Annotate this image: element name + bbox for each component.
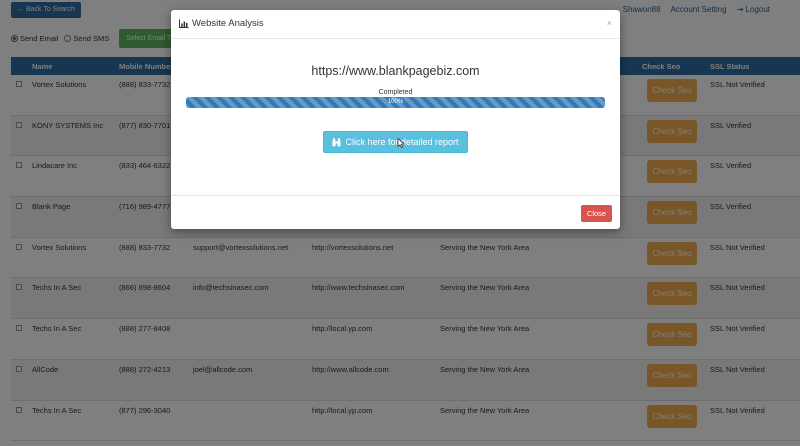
detailed-report-button[interactable]: Click here for detailed report xyxy=(323,131,468,153)
modal-close-icon[interactable]: × xyxy=(607,18,612,28)
mouse-pointer-icon xyxy=(397,138,405,148)
close-button[interactable]: Close xyxy=(581,205,612,222)
binoculars-icon xyxy=(332,137,341,146)
analysis-status: Completed xyxy=(378,89,413,96)
modal-header: Website Analysis × xyxy=(171,10,620,39)
bar-chart-icon xyxy=(179,19,189,28)
analyzed-url: https://www.blankpagebiz.com xyxy=(311,64,480,78)
website-analysis-modal: Website Analysis × https://www.blankpage… xyxy=(171,10,620,229)
modal-footer: Close xyxy=(171,195,620,229)
progress-fill: 100% xyxy=(186,97,605,108)
modal-title: Website Analysis xyxy=(179,18,264,29)
analysis-progress-bar: 100% xyxy=(186,97,605,108)
